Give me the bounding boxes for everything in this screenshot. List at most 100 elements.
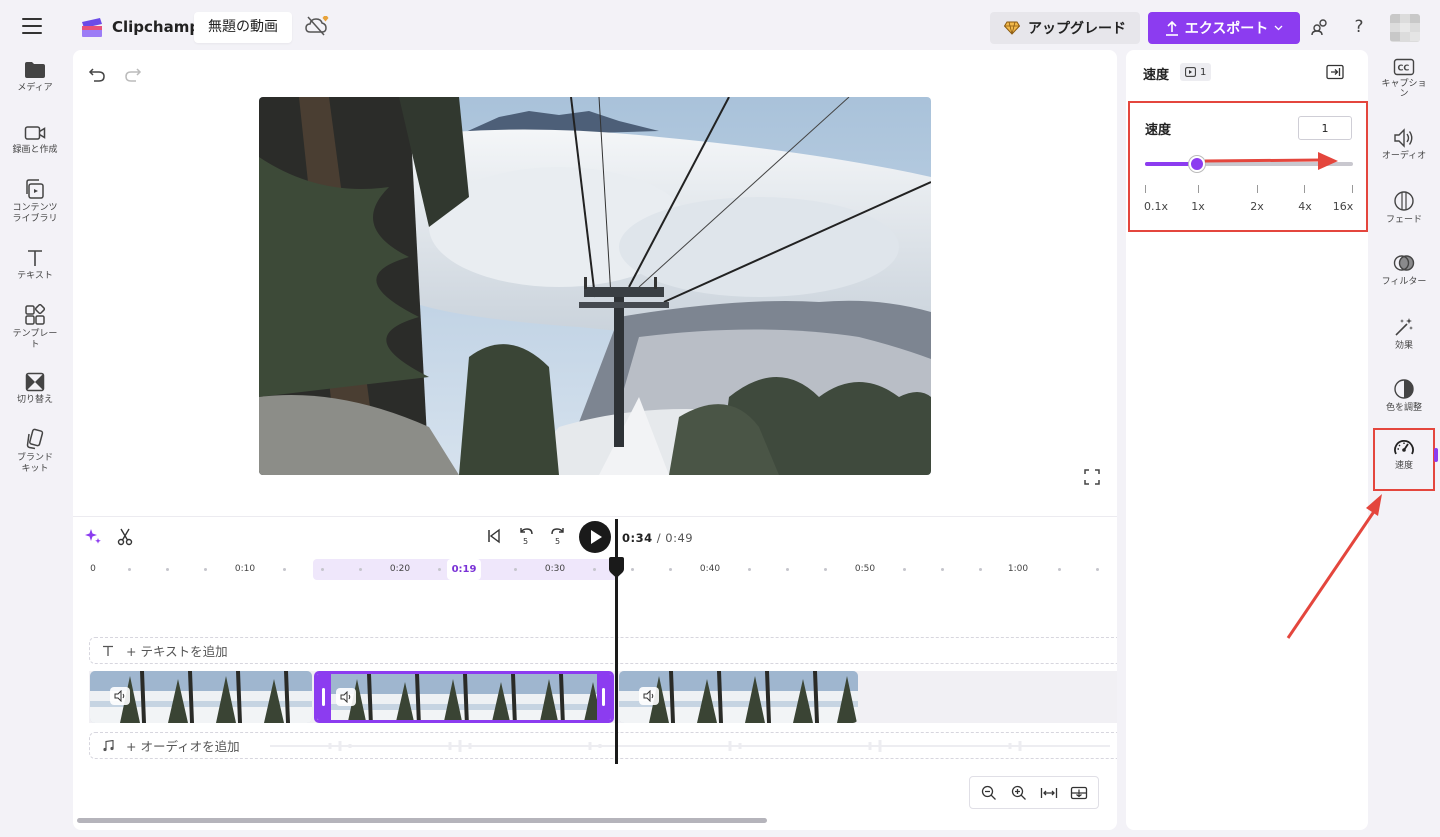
speed-label: 速度 <box>1145 123 1172 138</box>
svg-text:5: 5 <box>523 537 528 546</box>
sidebar-item-captions[interactable]: CC キャプショ ン <box>1370 58 1438 99</box>
skip-to-start-icon[interactable] <box>486 528 502 544</box>
sidebar-label: メディア <box>17 83 53 93</box>
sparkle-icon[interactable] <box>85 528 101 544</box>
play-button[interactable] <box>579 521 611 553</box>
sidebar-item-fade[interactable]: フェード <box>1370 190 1438 225</box>
ruler-label: 0:50 <box>854 564 876 574</box>
diamond-icon <box>1004 21 1020 35</box>
add-text-track[interactable]: + テキストを追加 <box>89 637 1117 664</box>
zoom-out-icon <box>981 785 996 800</box>
sidebar-item-templates[interactable]: テンプレー ト <box>0 304 70 351</box>
sidebar-label: 効果 <box>1394 341 1413 351</box>
speed-tick <box>1198 185 1199 193</box>
sidebar-label: 録画と作成 <box>12 145 58 155</box>
video-clip[interactable] <box>619 671 858 723</box>
export-button[interactable]: エクスポート <box>1148 12 1300 44</box>
templates-icon <box>25 304 46 325</box>
add-track-button[interactable] <box>1068 782 1090 804</box>
svg-text:CC: CC <box>1398 64 1410 73</box>
play-icon <box>591 530 602 544</box>
brand-kit-icon <box>26 428 44 450</box>
playhead[interactable] <box>615 519 618 764</box>
fade-icon <box>1394 191 1414 211</box>
sidebar-label: テキスト <box>17 271 53 281</box>
ruler-dot <box>321 568 324 571</box>
sidebar-item-filters[interactable]: フィルター <box>1370 252 1438 287</box>
music-note-icon <box>103 739 114 751</box>
undo-icon[interactable] <box>87 64 107 84</box>
forward-5-icon[interactable]: 5 <box>549 526 567 546</box>
speed-value-input[interactable] <box>1298 116 1352 140</box>
sidebar-label: オーディオ <box>1381 151 1427 161</box>
sidebar-item-audio[interactable]: オーディオ <box>1370 128 1438 161</box>
video-icon <box>1185 67 1196 77</box>
add-audio-track[interactable]: + オーディオを追加 <box>89 732 1117 759</box>
sidebar-label: 色を調整 <box>1385 403 1422 413</box>
ruler-label: 0:40 <box>699 564 721 574</box>
speed-tick-label: 0.1x <box>1143 200 1169 213</box>
panel-title: 速度 <box>1143 68 1170 83</box>
ruler-dot <box>438 568 441 571</box>
clip-trim-handle-left[interactable] <box>317 674 331 720</box>
fit-timeline-button[interactable] <box>1038 782 1060 804</box>
speed-slider-thumb[interactable] <box>1189 156 1205 172</box>
sidebar-item-content-library[interactable]: コンテンツ ライブラリ <box>0 178 70 225</box>
sidebar-item-text[interactable]: テキスト <box>0 248 70 282</box>
zoom-out-button[interactable] <box>978 782 1000 804</box>
timeline-ruler[interactable]: 0 0:10 0:20 0:30 0:40 0:50 1:00 0:19 <box>73 555 1117 583</box>
current-time: 0:34 <box>622 531 653 545</box>
upgrade-label: アップグレード <box>1028 21 1126 37</box>
cloud-off-icon[interactable] <box>304 14 330 38</box>
video-clip[interactable] <box>90 671 312 723</box>
clipchamp-logo-icon <box>82 18 102 37</box>
zoom-in-button[interactable] <box>1008 782 1030 804</box>
selected-clip-count: 1 <box>1180 63 1212 81</box>
video-clip-selected[interactable] <box>314 671 614 723</box>
sidebar-label: キャプショ ン <box>1381 79 1427 99</box>
library-icon <box>26 179 44 199</box>
avatar[interactable] <box>1390 14 1420 42</box>
collapse-panel-icon[interactable] <box>1326 64 1344 80</box>
video-preview[interactable] <box>259 97 931 475</box>
speed-slider-track[interactable] <box>1145 162 1353 166</box>
ruler-dot <box>631 568 634 571</box>
ruler-label: 0 <box>90 564 96 574</box>
share-icon[interactable] <box>1309 16 1331 38</box>
menu-icon[interactable] <box>22 18 42 34</box>
clip-audio-button[interactable] <box>336 688 356 706</box>
contrast-icon <box>1394 379 1414 399</box>
help-icon[interactable]: ? <box>1348 16 1370 38</box>
sidebar-item-brand-kit[interactable]: ブランド キット <box>0 428 70 475</box>
sidebar-item-effects[interactable]: 効果 <box>1370 316 1438 351</box>
playhead-handle[interactable] <box>607 557 626 579</box>
fullscreen-icon[interactable] <box>1083 468 1101 486</box>
ruler-dot <box>204 568 207 571</box>
clip-trim-handle-right[interactable] <box>597 674 611 720</box>
sidebar-label: フェード <box>1385 215 1422 225</box>
rewind-5-icon[interactable]: 5 <box>517 526 535 546</box>
sidebar-item-color[interactable]: 色を調整 <box>1370 378 1438 413</box>
magic-wand-icon <box>1395 318 1413 336</box>
text-icon <box>28 250 42 266</box>
speaker-icon <box>340 691 351 703</box>
ruler-dot <box>593 568 596 571</box>
timeline-divider <box>73 516 1117 517</box>
redo-icon[interactable] <box>123 64 143 84</box>
ruler-dot <box>283 568 286 571</box>
scissors-icon[interactable] <box>117 528 133 546</box>
sidebar-item-media[interactable]: メディア <box>0 60 70 94</box>
app-name: Clipchamp <box>112 18 201 36</box>
upgrade-button[interactable]: アップグレード <box>990 12 1140 44</box>
clip-audio-button[interactable] <box>639 687 659 705</box>
ruler-dot <box>979 568 982 571</box>
speed-tick-label: 2x <box>1250 200 1264 213</box>
upload-icon <box>1165 20 1178 36</box>
project-title[interactable]: 無題の動画 <box>194 12 292 43</box>
clip-audio-button[interactable] <box>110 687 130 705</box>
sidebar-item-record[interactable]: 録画と作成 <box>0 124 70 156</box>
timeline-scrollbar[interactable] <box>77 818 767 823</box>
ruler-label: 0:20 <box>389 564 411 574</box>
editor-panel: 5 5 0:34 / 0:49 0 0:10 0:20 0:30 0:40 0:… <box>73 50 1117 830</box>
sidebar-item-transitions[interactable]: 切り替え <box>0 372 70 406</box>
